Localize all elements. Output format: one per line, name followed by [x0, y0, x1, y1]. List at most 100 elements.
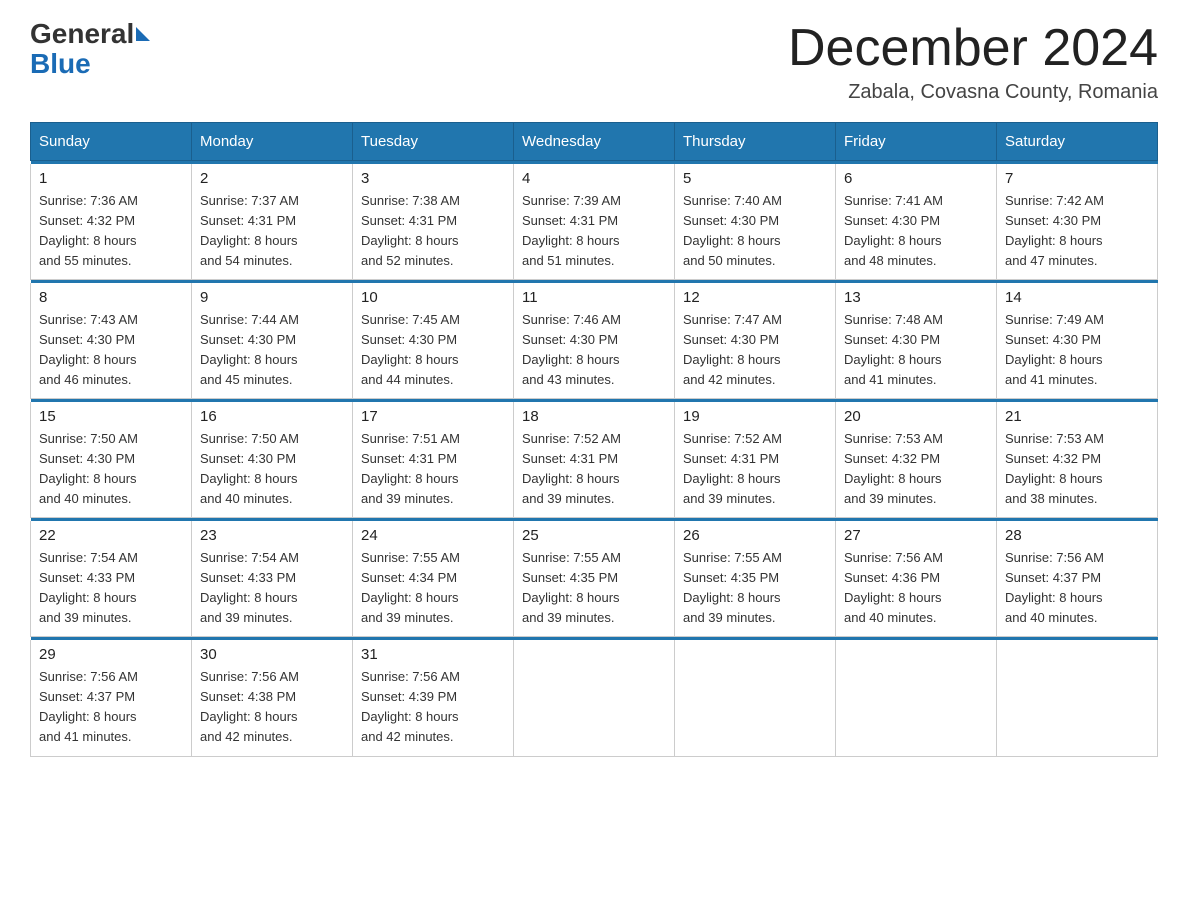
day-info: Sunrise: 7:56 AMSunset: 4:38 PMDaylight:…	[200, 667, 344, 748]
day-number: 5	[683, 170, 827, 187]
day-number: 30	[200, 646, 344, 663]
day-cell: 11Sunrise: 7:46 AMSunset: 4:30 PMDayligh…	[514, 283, 675, 399]
day-info: Sunrise: 7:55 AMSunset: 4:35 PMDaylight:…	[522, 548, 666, 629]
day-cell: 4Sunrise: 7:39 AMSunset: 4:31 PMDaylight…	[514, 164, 675, 280]
day-info: Sunrise: 7:53 AMSunset: 4:32 PMDaylight:…	[1005, 429, 1149, 510]
day-info: Sunrise: 7:56 AMSunset: 4:37 PMDaylight:…	[39, 667, 183, 748]
day-cell: 15 Sunrise: 7:50 AMSunset: 4:30 PMDayligh…	[31, 402, 192, 518]
day-number: 15	[39, 408, 183, 425]
day-cell: 9 Sunrise: 7:44 AMSunset: 4:30 PMDaylight…	[192, 283, 353, 399]
location-subtitle: Zabala, Covasna County, Romania	[788, 81, 1158, 104]
calendar-table: SundayMondayTuesdayWednesdayThursdayFrid…	[30, 122, 1158, 756]
day-info: Sunrise: 7:56 AMSunset: 4:36 PMDaylight:…	[844, 548, 988, 629]
day-number: 1	[39, 170, 183, 187]
day-info: Sunrise: 7:50 AMSunset: 4:30 PMDaylight:…	[39, 429, 183, 510]
day-cell: 25 Sunrise: 7:55 AMSunset: 4:35 PMDayligh…	[514, 521, 675, 637]
col-header-thursday: Thursday	[675, 123, 836, 161]
month-title: December 2024	[788, 20, 1158, 77]
logo: General Blue	[30, 20, 152, 80]
day-cell: 27 Sunrise: 7:56 AMSunset: 4:36 PMDayligh…	[836, 521, 997, 637]
day-info: Sunrise: 7:49 AMSunset: 4:30 PMDaylight:…	[1005, 310, 1149, 391]
day-number: 28	[1005, 527, 1149, 544]
day-info: Sunrise: 7:45 AMSunset: 4:30 PMDaylight:…	[361, 310, 505, 391]
col-header-saturday: Saturday	[997, 123, 1158, 161]
day-info: Sunrise: 7:39 AMSunset: 4:31 PMDaylight:…	[522, 191, 666, 272]
day-number: 14	[1005, 289, 1149, 306]
week-row: 15 Sunrise: 7:50 AMSunset: 4:30 PMDayligh…	[31, 402, 1158, 518]
day-number: 6	[844, 170, 988, 187]
day-cell: 26 Sunrise: 7:55 AMSunset: 4:35 PMDayligh…	[675, 521, 836, 637]
day-number: 19	[683, 408, 827, 425]
day-cell: 24 Sunrise: 7:55 AMSunset: 4:34 PMDayligh…	[353, 521, 514, 637]
day-info: Sunrise: 7:43 AMSunset: 4:30 PMDaylight:…	[39, 310, 183, 391]
day-number: 8	[39, 289, 183, 306]
col-header-sunday: Sunday	[31, 123, 192, 161]
day-cell: 2 Sunrise: 7:37 AMSunset: 4:31 PMDaylight…	[192, 164, 353, 280]
day-cell	[514, 640, 675, 756]
day-number: 22	[39, 527, 183, 544]
logo-blue-text: Blue	[30, 48, 91, 80]
day-info: Sunrise: 7:44 AMSunset: 4:30 PMDaylight:…	[200, 310, 344, 391]
day-info: Sunrise: 7:55 AMSunset: 4:35 PMDaylight:…	[683, 548, 827, 629]
day-number: 31	[361, 646, 505, 663]
day-number: 27	[844, 527, 988, 544]
day-info: Sunrise: 7:36 AMSunset: 4:32 PMDaylight:…	[39, 191, 183, 272]
col-header-wednesday: Wednesday	[514, 123, 675, 161]
day-number: 20	[844, 408, 988, 425]
title-block: December 2024 Zabala, Covasna County, Ro…	[788, 20, 1158, 104]
day-info: Sunrise: 7:55 AMSunset: 4:34 PMDaylight:…	[361, 548, 505, 629]
week-row: 22 Sunrise: 7:54 AMSunset: 4:33 PMDayligh…	[31, 521, 1158, 637]
day-cell: 23Sunrise: 7:54 AMSunset: 4:33 PMDayligh…	[192, 521, 353, 637]
day-info: Sunrise: 7:42 AMSunset: 4:30 PMDaylight:…	[1005, 191, 1149, 272]
day-cell: 14 Sunrise: 7:49 AMSunset: 4:30 PMDayligh…	[997, 283, 1158, 399]
day-info: Sunrise: 7:37 AMSunset: 4:31 PMDaylight:…	[200, 191, 344, 272]
day-number: 26	[683, 527, 827, 544]
day-cell: 18Sunrise: 7:52 AMSunset: 4:31 PMDayligh…	[514, 402, 675, 518]
day-number: 12	[683, 289, 827, 306]
day-number: 25	[522, 527, 666, 544]
day-number: 13	[844, 289, 988, 306]
page-header: General Blue December 2024 Zabala, Covas…	[30, 20, 1158, 104]
day-number: 9	[200, 289, 344, 306]
day-cell: 12 Sunrise: 7:47 AMSunset: 4:30 PMDayligh…	[675, 283, 836, 399]
day-number: 17	[361, 408, 505, 425]
day-cell	[836, 640, 997, 756]
day-number: 21	[1005, 408, 1149, 425]
day-info: Sunrise: 7:46 AMSunset: 4:30 PMDaylight:…	[522, 310, 666, 391]
day-cell: 5 Sunrise: 7:40 AMSunset: 4:30 PMDaylight…	[675, 164, 836, 280]
day-cell: 22 Sunrise: 7:54 AMSunset: 4:33 PMDayligh…	[31, 521, 192, 637]
day-number: 24	[361, 527, 505, 544]
day-info: Sunrise: 7:56 AMSunset: 4:39 PMDaylight:…	[361, 667, 505, 748]
day-cell	[997, 640, 1158, 756]
week-row: 29 Sunrise: 7:56 AMSunset: 4:37 PMDayligh…	[31, 640, 1158, 756]
day-cell: 16 Sunrise: 7:50 AMSunset: 4:30 PMDayligh…	[192, 402, 353, 518]
day-number: 16	[200, 408, 344, 425]
day-cell: 31 Sunrise: 7:56 AMSunset: 4:39 PMDayligh…	[353, 640, 514, 756]
logo-arrow-icon	[136, 27, 150, 41]
day-cell: 17Sunrise: 7:51 AMSunset: 4:31 PMDayligh…	[353, 402, 514, 518]
day-info: Sunrise: 7:40 AMSunset: 4:30 PMDaylight:…	[683, 191, 827, 272]
day-info: Sunrise: 7:48 AMSunset: 4:30 PMDaylight:…	[844, 310, 988, 391]
day-cell: 30 Sunrise: 7:56 AMSunset: 4:38 PMDayligh…	[192, 640, 353, 756]
day-cell: 3Sunrise: 7:38 AMSunset: 4:31 PMDaylight…	[353, 164, 514, 280]
day-info: Sunrise: 7:53 AMSunset: 4:32 PMDaylight:…	[844, 429, 988, 510]
day-number: 2	[200, 170, 344, 187]
col-header-tuesday: Tuesday	[353, 123, 514, 161]
day-number: 10	[361, 289, 505, 306]
day-info: Sunrise: 7:54 AMSunset: 4:33 PMDaylight:…	[39, 548, 183, 629]
day-number: 3	[361, 170, 505, 187]
day-info: Sunrise: 7:54 AMSunset: 4:33 PMDaylight:…	[200, 548, 344, 629]
day-info: Sunrise: 7:50 AMSunset: 4:30 PMDaylight:…	[200, 429, 344, 510]
day-info: Sunrise: 7:52 AMSunset: 4:31 PMDaylight:…	[522, 429, 666, 510]
day-cell: 7Sunrise: 7:42 AMSunset: 4:30 PMDaylight…	[997, 164, 1158, 280]
day-cell: 19 Sunrise: 7:52 AMSunset: 4:31 PMDayligh…	[675, 402, 836, 518]
day-cell: 8 Sunrise: 7:43 AMSunset: 4:30 PMDaylight…	[31, 283, 192, 399]
day-info: Sunrise: 7:41 AMSunset: 4:30 PMDaylight:…	[844, 191, 988, 272]
week-row: 8 Sunrise: 7:43 AMSunset: 4:30 PMDaylight…	[31, 283, 1158, 399]
logo-general-text: General	[30, 20, 134, 48]
day-info: Sunrise: 7:47 AMSunset: 4:30 PMDaylight:…	[683, 310, 827, 391]
day-info: Sunrise: 7:52 AMSunset: 4:31 PMDaylight:…	[683, 429, 827, 510]
col-header-monday: Monday	[192, 123, 353, 161]
day-number: 29	[39, 646, 183, 663]
week-row: 1 Sunrise: 7:36 AMSunset: 4:32 PMDaylight…	[31, 164, 1158, 280]
